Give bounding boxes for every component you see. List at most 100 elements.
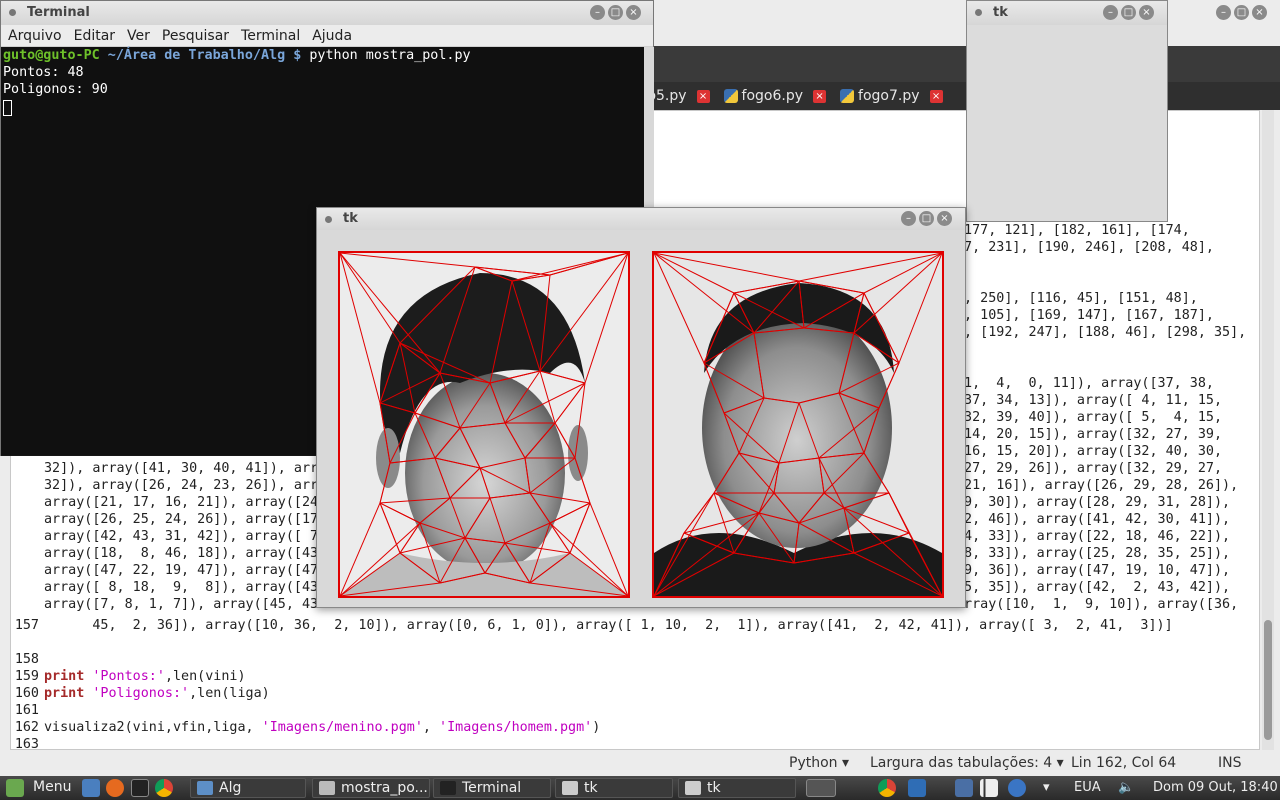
editor-tab[interactable]: fogo7.py × — [840, 88, 943, 104]
boy-face-drawing — [340, 253, 628, 596]
code-line: array([47, 22, 19, 47]), array([47 — [44, 563, 319, 578]
close-icon[interactable]: × — [1252, 5, 1267, 20]
code-line: 163 — [14, 737, 39, 750]
minimize-icon[interactable]: – — [590, 5, 605, 20]
minimize-icon[interactable]: – — [1216, 5, 1231, 20]
taskbar-window-button[interactable]: Alg — [190, 778, 306, 798]
keyboard-layout[interactable]: EUA — [1074, 780, 1101, 795]
chrome-tray-icon[interactable] — [878, 779, 896, 797]
window-icon — [685, 781, 701, 795]
output-line: Pontos: 48 — [3, 65, 84, 80]
taskbar-window-button[interactable]: mostra_po... — [312, 778, 430, 798]
clock[interactable]: Dom 09 Out, 18:40 — [1153, 780, 1278, 795]
terminal-window-controls: – □ × — [590, 5, 641, 20]
code-line: 3, 105], [169, 147], [167, 187], — [956, 308, 1214, 323]
tk-window-morph[interactable]: tk – □ × — [316, 207, 966, 608]
face-image-man[interactable] — [652, 251, 944, 598]
code-line: array([21, 17, 16, 21]), array([24 — [44, 495, 319, 510]
minimize-icon[interactable]: – — [901, 211, 916, 226]
maximize-icon[interactable]: □ — [919, 211, 934, 226]
code-line: 27, 231], [190, 246], [208, 48], — [956, 240, 1214, 255]
taskbar-window-label: mostra_po... — [341, 780, 428, 796]
code-line: ], [192, 247], [188, 46], [298, 35], — [956, 325, 1247, 340]
code-line: 37, 34, 13]), array([ 4, 11, 15, — [956, 393, 1223, 408]
window-menu-icon[interactable] — [975, 9, 982, 16]
code-line: 32]), array([41, 30, 40, 41]), arr — [44, 461, 319, 476]
shield-icon[interactable] — [955, 779, 973, 797]
insert-mode: INS — [1218, 755, 1242, 771]
maximize-icon[interactable]: □ — [1234, 5, 1249, 20]
window-icon — [197, 781, 213, 795]
workspace-switcher[interactable] — [806, 779, 836, 797]
code-line: array([42, 43, 31, 42]), array([ 7 — [44, 529, 319, 544]
editor-tab[interactable]: fogo6.py × — [723, 88, 827, 104]
code-line: [177, 121], [182, 161], [174, — [956, 223, 1190, 238]
code-line: 45, 35]), array([42, 2, 43, 42]), — [956, 580, 1231, 595]
close-icon[interactable]: × — [1139, 5, 1154, 20]
scrollbar-thumb[interactable] — [1264, 620, 1272, 740]
editor-tab-label: fogo7.py — [858, 88, 920, 104]
chevron-down-icon[interactable]: ▾ — [1043, 780, 1050, 795]
code-line: 21, 16]), array([26, 29, 28, 26]), — [956, 478, 1239, 493]
window-icon — [440, 781, 456, 795]
menu-item[interactable]: Ver — [127, 28, 150, 44]
close-tab-icon[interactable]: × — [929, 89, 943, 103]
start-menu-button[interactable]: Menu — [33, 779, 71, 795]
volume-icon[interactable]: 🔈 — [1118, 780, 1134, 795]
tk-window-empty[interactable]: tk – □ × — [966, 0, 1168, 222]
update-icon[interactable] — [1008, 779, 1026, 797]
window-title: tk — [343, 211, 358, 226]
menu-item[interactable]: Editar — [74, 28, 115, 44]
terminal-titlebar[interactable]: Terminal – □ × — [1, 1, 653, 25]
code-line: 160 print 'Poligonos:',len(liga) — [14, 686, 270, 701]
window-menu-icon[interactable] — [325, 216, 332, 223]
python-file-icon — [840, 89, 855, 103]
tk-window-controls: – □ × — [1103, 5, 1154, 20]
terminal-cursor — [3, 100, 12, 116]
cursor-position: Lin 162, Col 64 — [1071, 755, 1177, 771]
code-line: 27, 29, 26]), array([32, 29, 27, — [956, 461, 1223, 476]
chrome-icon[interactable] — [155, 779, 173, 797]
menu-item[interactable]: Terminal — [241, 28, 300, 44]
menu-item[interactable]: Ajuda — [312, 28, 352, 44]
terminal-menubar: Arquivo Editar Ver Pesquisar Terminal Ajuda — [1, 25, 653, 47]
editor-scrollbar[interactable] — [1262, 110, 1274, 750]
maximize-icon[interactable]: □ — [608, 5, 623, 20]
window-menu-icon[interactable] — [9, 9, 16, 16]
code-line: array([ 8, 18, 9, 8]), array([43 — [44, 580, 319, 595]
minimize-icon[interactable]: – — [1103, 5, 1118, 20]
tk-titlebar[interactable]: tk – □ × — [967, 1, 1167, 25]
language-selector[interactable]: Python ▾ — [789, 755, 849, 771]
taskbar-window-button[interactable]: Terminal — [433, 778, 551, 798]
code-line: array([18, 8, 46, 18]), array([43 — [44, 546, 319, 561]
taskbar-window-button[interactable]: tk — [678, 778, 796, 798]
maximize-icon[interactable]: □ — [1121, 5, 1136, 20]
menu-item[interactable]: Arquivo — [8, 28, 62, 44]
window-title: tk — [993, 5, 1008, 20]
editor-statusbar: Python ▾ Largura das tabulações: 4 ▾ Lin… — [0, 750, 1280, 776]
taskbar-window-label: Terminal — [462, 780, 522, 796]
network-icon[interactable] — [980, 779, 998, 797]
terminal-launcher-icon[interactable] — [131, 779, 149, 797]
firefox-icon[interactable] — [106, 779, 124, 797]
code-line: 32]), array([26, 24, 23, 26]), arr — [44, 478, 319, 493]
taskbar-window-label: tk — [584, 780, 598, 796]
close-tab-icon[interactable]: × — [696, 89, 710, 103]
code-line: 162 visualiza2(vini,vfin,liga, 'Imagens/m… — [14, 720, 601, 735]
close-icon[interactable]: × — [626, 5, 641, 20]
code-line: 161 — [14, 703, 39, 718]
tk-window-controls: – □ × — [901, 211, 952, 226]
show-desktop-icon[interactable] — [82, 779, 100, 797]
mint-logo-icon[interactable] — [6, 779, 24, 797]
face-image-boy[interactable] — [338, 251, 630, 598]
code-line: 157 — [14, 618, 39, 633]
taskbar-window-button[interactable]: tk — [555, 778, 673, 798]
menu-item[interactable]: Pesquisar — [162, 28, 229, 44]
close-icon[interactable]: × — [937, 211, 952, 226]
close-tab-icon[interactable]: × — [813, 89, 827, 103]
tk-titlebar[interactable]: tk – □ × — [317, 208, 965, 230]
app-tray-icon[interactable] — [908, 779, 926, 797]
taskbar-window-label: tk — [707, 780, 721, 796]
code-line: 19, 36]), array([47, 19, 10, 47]), — [956, 563, 1231, 578]
tab-width-selector[interactable]: Largura das tabulações: 4 ▾ — [870, 755, 1064, 771]
